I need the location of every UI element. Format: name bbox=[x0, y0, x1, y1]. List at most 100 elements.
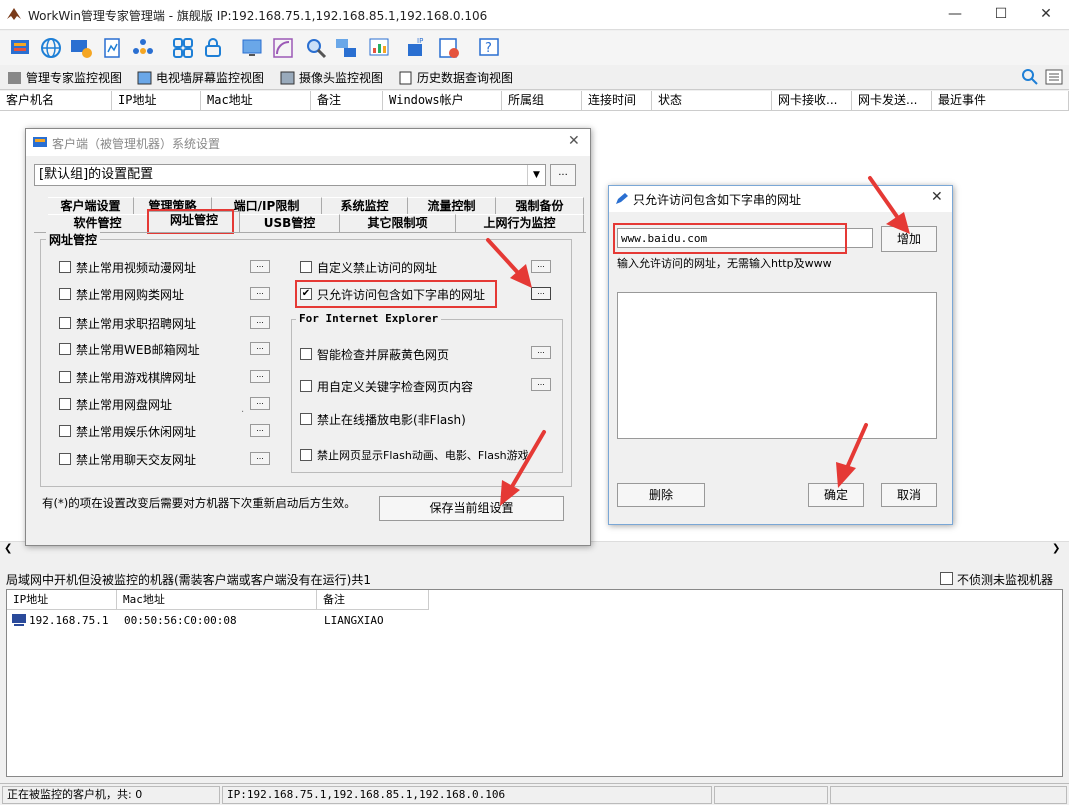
col-header-connect-time[interactable]: 连接时间 bbox=[582, 91, 652, 111]
report-icon[interactable] bbox=[100, 35, 126, 61]
broadcast-icon[interactable] bbox=[270, 35, 296, 61]
chk-block-flash[interactable] bbox=[300, 449, 312, 461]
search-icon[interactable] bbox=[1020, 67, 1040, 87]
minimize-button[interactable]: — bbox=[932, 0, 978, 30]
tab-web-behavior[interactable]: 上网行为监控 bbox=[456, 214, 584, 232]
porn-filter-config-button[interactable]: ... bbox=[531, 346, 551, 359]
table-row[interactable]: 192.168.75.1 00:50:56:C0:00:08 LIANGXIAO bbox=[7, 612, 1062, 630]
users-icon[interactable] bbox=[130, 35, 156, 61]
delete-url-button[interactable]: 删除 bbox=[617, 483, 705, 507]
col-header-client-name[interactable]: 客户机名 bbox=[0, 91, 112, 111]
tab-camera[interactable]: 摄像头监控视图 bbox=[277, 68, 383, 88]
search-people-icon[interactable] bbox=[303, 35, 329, 61]
col-header-windows-account[interactable]: Windows帐户 bbox=[383, 91, 502, 111]
lan-machine-list[interactable]: IP地址 Mac地址 备注 192.168.75.1 00:50:56:C0:0… bbox=[6, 589, 1063, 777]
col-header-note[interactable]: 备注 bbox=[311, 91, 383, 111]
allowed-url-list[interactable] bbox=[617, 292, 937, 439]
ok-button[interactable]: 确定 bbox=[808, 483, 864, 507]
globe-icon[interactable] bbox=[38, 35, 64, 61]
custom-blocked-config-button[interactable]: ... bbox=[531, 260, 551, 273]
webmail-sites-config-button[interactable]: ... bbox=[250, 342, 270, 355]
chk-block-online-movie[interactable] bbox=[300, 413, 312, 425]
tab-software-control[interactable]: 软件管控 bbox=[48, 214, 148, 232]
chart-icon[interactable] bbox=[366, 35, 392, 61]
maximize-button[interactable]: ☐ bbox=[978, 0, 1024, 30]
ip-config-icon[interactable]: IP bbox=[404, 35, 430, 61]
col-header-group[interactable]: 所属组 bbox=[502, 91, 582, 111]
lan-col-ip[interactable]: IP地址 bbox=[7, 590, 117, 610]
col-header-ip[interactable]: IP地址 bbox=[112, 91, 201, 111]
chk-custom-blocked-urls[interactable] bbox=[300, 261, 312, 273]
remote-screen-icon[interactable] bbox=[240, 35, 266, 61]
network-icon[interactable] bbox=[333, 35, 359, 61]
chk-job-sites[interactable] bbox=[59, 317, 71, 329]
lock-icon[interactable] bbox=[200, 35, 226, 61]
pencil-icon bbox=[614, 192, 630, 206]
tab-usb-control[interactable]: USB管控 bbox=[240, 214, 340, 232]
chk-webmail-sites[interactable] bbox=[59, 343, 71, 355]
keyword-config-button[interactable]: ... bbox=[531, 378, 551, 391]
url-control-group-label: 网址管控 bbox=[46, 231, 101, 248]
lan-col-mac[interactable]: Mac地址 bbox=[117, 590, 317, 610]
url-input-hint: 输入允许访问的网址，无需输入http及www bbox=[617, 257, 832, 270]
chk-shopping-sites[interactable] bbox=[59, 288, 71, 300]
chk-netdisk-sites[interactable] bbox=[59, 398, 71, 410]
chk-keyword-check[interactable] bbox=[300, 380, 312, 392]
tab-client-settings[interactable]: 客户端设置 bbox=[48, 197, 134, 215]
restart-note: 有(*)的项在设置改变后需要对方机器下次重新启动后方生效。 bbox=[42, 496, 356, 510]
alarm-icon[interactable] bbox=[436, 35, 462, 61]
allow-only-config-button[interactable]: ... bbox=[531, 287, 551, 300]
close-button[interactable]: ✕ bbox=[1023, 0, 1069, 30]
config-browse-button[interactable]: ... bbox=[550, 164, 576, 186]
row-note: LIANGXIAO bbox=[324, 614, 384, 627]
chk-smart-porn-filter[interactable] bbox=[300, 348, 312, 360]
col-header-nic-recv[interactable]: 网卡接收... bbox=[772, 91, 852, 111]
save-group-settings-button[interactable]: 保存当前组设置 bbox=[379, 496, 564, 521]
screen-settings-icon[interactable] bbox=[68, 35, 94, 61]
tab-tv-wall[interactable]: 电视墙屏幕监控视图 bbox=[134, 68, 264, 88]
col-header-nic-send[interactable]: 网卡发送... bbox=[852, 91, 932, 111]
col-header-recent-event[interactable]: 最近事件 bbox=[932, 91, 1069, 111]
ie-group-label: For Internet Explorer bbox=[296, 312, 442, 325]
combo-arrow-icon[interactable]: ▼ bbox=[527, 165, 545, 185]
chat-sites-config-button[interactable]: ... bbox=[250, 452, 270, 465]
tab-history[interactable]: 历史数据查询视图 bbox=[395, 68, 513, 88]
tab-other-limits[interactable]: 其它限制项 bbox=[340, 214, 456, 232]
scroll-right-icon[interactable]: ❯ bbox=[1052, 543, 1060, 554]
tab-forced-backup[interactable]: 强制备份 bbox=[496, 197, 584, 215]
svg-text:IP: IP bbox=[417, 37, 423, 45]
cancel-button[interactable]: 取消 bbox=[881, 483, 937, 507]
add-url-button[interactable]: 增加 bbox=[881, 226, 937, 252]
video-sites-config-button[interactable]: ... bbox=[250, 260, 270, 273]
grid-view-icon[interactable] bbox=[170, 35, 196, 61]
allowed-urls-close-icon[interactable]: ✕ bbox=[931, 189, 943, 205]
main-toolbar: IP ? bbox=[0, 31, 1069, 65]
scroll-left-icon[interactable]: ❮ bbox=[4, 543, 12, 554]
chk-chat-sites[interactable] bbox=[59, 453, 71, 465]
chk-video-sites[interactable] bbox=[59, 261, 71, 273]
help-icon[interactable]: ? bbox=[476, 35, 502, 61]
chk-game-sites-label: 禁止常用游戏棋牌网址 bbox=[76, 371, 197, 385]
tab-system-monitor[interactable]: 系统监控 bbox=[322, 197, 408, 215]
client-list-icon[interactable] bbox=[8, 35, 34, 61]
lan-col-note[interactable]: 备注 bbox=[317, 590, 429, 610]
settings-close-icon[interactable]: ✕ bbox=[568, 133, 580, 149]
col-header-mac[interactable]: Mac地址 bbox=[201, 91, 311, 111]
no-detect-checkbox[interactable] bbox=[940, 572, 953, 585]
config-combo[interactable]: [默认组]的设置配置 ▼ bbox=[34, 164, 546, 186]
tab-manager-monitor[interactable]: 管理专家监控视图 bbox=[4, 68, 122, 88]
netdisk-sites-config-button[interactable]: ... bbox=[250, 397, 270, 410]
app-logo-icon bbox=[6, 7, 22, 21]
list-view-icon[interactable] bbox=[1044, 67, 1064, 87]
shopping-sites-config-button[interactable]: ... bbox=[250, 287, 270, 300]
chk-block-online-movie-label: 禁止在线播放电影(非Flash) bbox=[317, 413, 466, 427]
tab-traffic-control[interactable]: 流量控制 bbox=[408, 197, 496, 215]
chk-entertainment-sites[interactable] bbox=[59, 425, 71, 437]
game-sites-config-button[interactable]: ... bbox=[250, 370, 270, 383]
allowed-urls-title: 只允许访问包含如下字串的网址 bbox=[633, 193, 802, 207]
chk-game-sites[interactable] bbox=[59, 371, 71, 383]
job-sites-config-button[interactable]: ... bbox=[250, 316, 270, 329]
entertainment-sites-config-button[interactable]: ... bbox=[250, 424, 270, 437]
col-header-status[interactable]: 状态 bbox=[652, 91, 772, 111]
settings-dialog: 客户端（被管理机器）系统设置 ✕ [默认组]的设置配置 ▼ ... 客户端设置 管… bbox=[25, 128, 591, 546]
